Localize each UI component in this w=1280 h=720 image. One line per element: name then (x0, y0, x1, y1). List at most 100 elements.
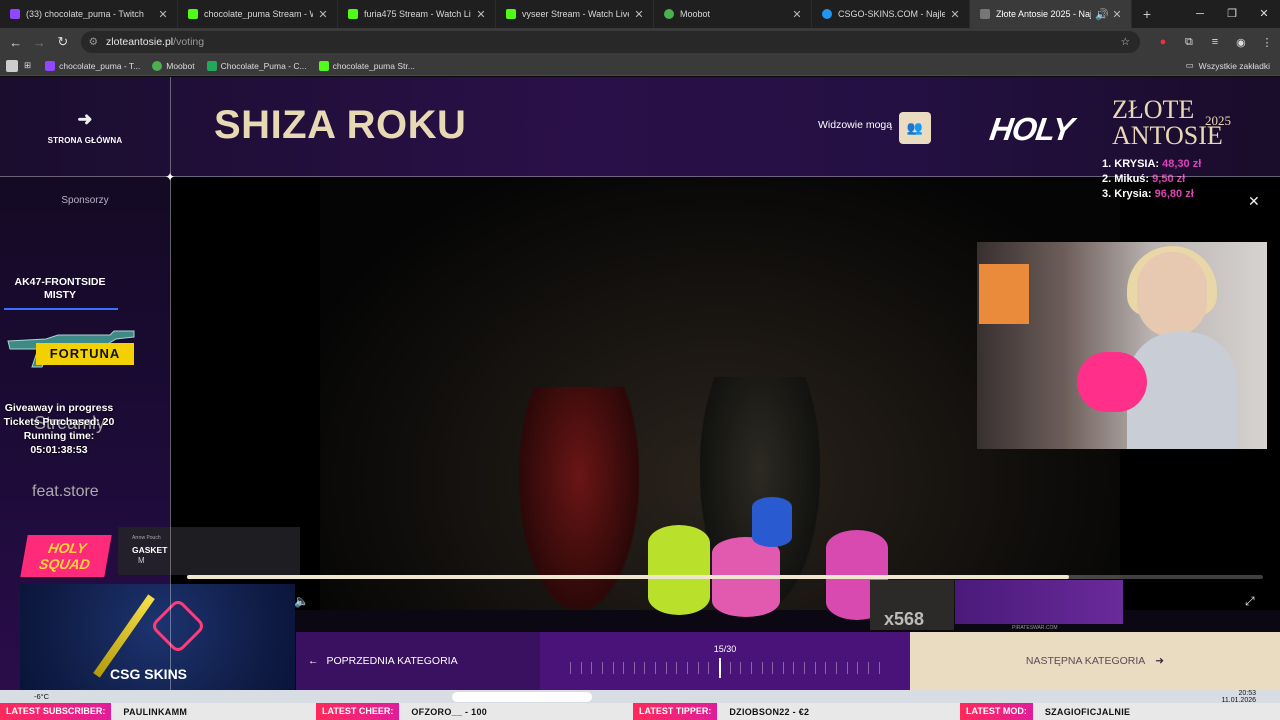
close-overlay-button[interactable]: ✕ (1248, 193, 1260, 210)
group-icon: 👥 (906, 120, 924, 135)
bookmark-label: Moobot (166, 60, 195, 71)
browser-tab[interactable]: (33) chocolate_puma - Twitch ✕ (0, 0, 178, 28)
fullscreen-icon[interactable]: ⤢ (1245, 594, 1255, 609)
logo-year: 2025 (1205, 113, 1231, 128)
media-icon[interactable]: ≡ (1202, 36, 1228, 48)
donor-amount: 48,30 zł (1162, 158, 1202, 170)
running-time: Running time: 05:01:38:53 (23, 430, 95, 456)
category-tick (814, 662, 816, 674)
close-tab-icon[interactable]: ✕ (791, 8, 803, 21)
url-field[interactable]: ⚙ zloteantosie.pl/voting ☆ (80, 31, 1140, 53)
category-tick (857, 662, 859, 674)
browser-tab[interactable]: CSGO-SKINS.COM - Najlepsze ✕ (812, 0, 970, 28)
browser-tab[interactable]: furia475 Stream - Watch Live o ✕ (338, 0, 496, 28)
category-ticks (570, 662, 880, 674)
extensions-icon[interactable]: ⧉ (1176, 36, 1202, 49)
weather-temp: -6°C (34, 692, 50, 701)
ak-divider (4, 308, 118, 310)
close-tab-icon[interactable]: ✕ (157, 8, 169, 21)
divider-vertical (170, 77, 171, 690)
tab-title: (33) chocolate_puma - Twitch (26, 9, 144, 19)
browser-tab[interactable]: Moobot ✕ (654, 0, 812, 28)
url-path: /voting (173, 36, 205, 48)
close-tab-icon[interactable]: ✕ (475, 8, 487, 21)
apps-grid-icon[interactable]: ⊞ (24, 60, 31, 71)
site-info-icon[interactable]: ⚙ (89, 36, 98, 48)
browser-tab-active[interactable]: Złote Antosie 2025 - Najwi 🔊 ✕ (970, 0, 1132, 28)
close-tab-icon[interactable]: ✕ (1111, 8, 1123, 21)
bookmark-item[interactable]: Moobot (152, 60, 195, 71)
browser-tab[interactable]: chocolate_puma Stream - Watch ✕ (178, 0, 338, 28)
cup (648, 525, 710, 615)
category-navigation: ← POPRZEDNIA KATEGORIA 15/30 NASTĘPNA KAT… (0, 632, 1280, 690)
bookmark-label: chocolate_puma - T... (59, 60, 141, 71)
kick-icon (348, 9, 358, 19)
featstore-sponsor-logo: feat.store (32, 483, 99, 500)
gasket-label: GASKET (132, 545, 168, 555)
rank: 1. (1102, 158, 1112, 170)
minimize-button[interactable]: ─ (1184, 0, 1216, 28)
volume-icon[interactable]: 🔈 (294, 594, 309, 608)
back-button[interactable]: ← (4, 35, 28, 50)
reload-button[interactable]: ↻ (51, 34, 75, 50)
header (0, 77, 1280, 177)
leaderboard-row: 3. Krysia: 96,80 zł (1102, 187, 1201, 202)
giveaway-status: Giveaway in progress Tickets Purchased: … (0, 401, 118, 457)
category-tick (665, 662, 667, 674)
moobot-icon (152, 60, 163, 71)
all-bookmarks[interactable]: ▭ Wszystkie zakładki (1186, 60, 1270, 71)
sidebar-toggle-icon[interactable] (6, 59, 18, 72)
category-title: SHIZA ROKU (214, 103, 467, 147)
speaker-icon[interactable]: 🔊 (1095, 8, 1109, 21)
bookmark-item[interactable]: Chocolate_Puma - C... (206, 60, 307, 71)
bookmark-item[interactable]: chocolate_puma - T... (45, 60, 141, 71)
moobot-icon (664, 9, 674, 19)
tab-title: Złote Antosie 2025 - Najwi (996, 9, 1091, 19)
menu-icon[interactable]: ⋮ (1254, 36, 1280, 49)
clock-time: 20:53 (1238, 690, 1256, 697)
holy-logo: HOLY (987, 111, 1076, 147)
webcam-pink-pants (1077, 352, 1147, 412)
forward-button[interactable]: → (28, 35, 52, 50)
previous-category-button[interactable]: ← POPRZEDNIA KATEGORIA (296, 632, 540, 690)
new-tab-button[interactable]: + (1132, 6, 1162, 22)
viewers-group-button[interactable]: 👥 (899, 112, 931, 144)
ticker-value: OFZORO__ - 100 (411, 706, 488, 717)
category-tick (601, 662, 603, 674)
url-host: zloteantosie.pl (106, 36, 174, 48)
ticker-label: LATEST TIPPER: (633, 703, 718, 720)
close-tab-icon[interactable]: ✕ (317, 8, 329, 21)
cup (752, 497, 792, 547)
next-category-button[interactable]: NASTĘPNA KATEGORIA ➜ (910, 632, 1280, 690)
tab-title: Moobot (680, 9, 711, 19)
rank: 2. (1102, 173, 1112, 185)
csgo-skins-icon (822, 9, 832, 19)
leaderboard-row: 1. KRYSIA: 48,30 zł (1102, 157, 1201, 172)
bookmark-item[interactable]: chocolate_puma Str... (318, 60, 415, 71)
prev-label: POPRZEDNIA KATEGORIA (326, 655, 458, 667)
video-progress[interactable] (187, 575, 1263, 579)
home-link[interactable]: ➜ STRONA GŁÓWNA (0, 77, 170, 177)
maximize-button[interactable]: ❐ (1216, 0, 1248, 28)
category-tick (793, 662, 795, 674)
webcam-head (1137, 252, 1207, 337)
counter-text: x568 (884, 609, 925, 629)
close-tab-icon[interactable]: ✕ (633, 8, 645, 21)
category-tick (772, 662, 774, 674)
browser-tab[interactable]: vyseer Stream - Watch Live on ✕ (496, 0, 654, 28)
taskbar-clock[interactable]: 20:53 11.01.2026 (1221, 690, 1256, 704)
bookmark-label: Chocolate_Puma - C... (220, 60, 307, 71)
taskbar-search[interactable] (452, 692, 592, 702)
donor-name: Krysia: (1114, 188, 1152, 200)
extension-icon[interactable]: ● (1150, 36, 1176, 48)
donor-name: Mikuś: (1114, 173, 1150, 185)
bookmarks-bar: ⊞ chocolate_puma - T... Moobot Chocolate… (0, 56, 1280, 76)
tab-title: furia475 Stream - Watch Live o (364, 9, 471, 19)
bookmark-star-icon[interactable]: ☆ (1121, 36, 1130, 48)
category-tick (655, 662, 657, 674)
category-tick (687, 662, 689, 674)
close-window-button[interactable]: ✕ (1248, 0, 1280, 28)
profile-avatar[interactable]: ◉ (1228, 36, 1254, 49)
category-tick (878, 662, 880, 674)
close-tab-icon[interactable]: ✕ (949, 8, 961, 21)
